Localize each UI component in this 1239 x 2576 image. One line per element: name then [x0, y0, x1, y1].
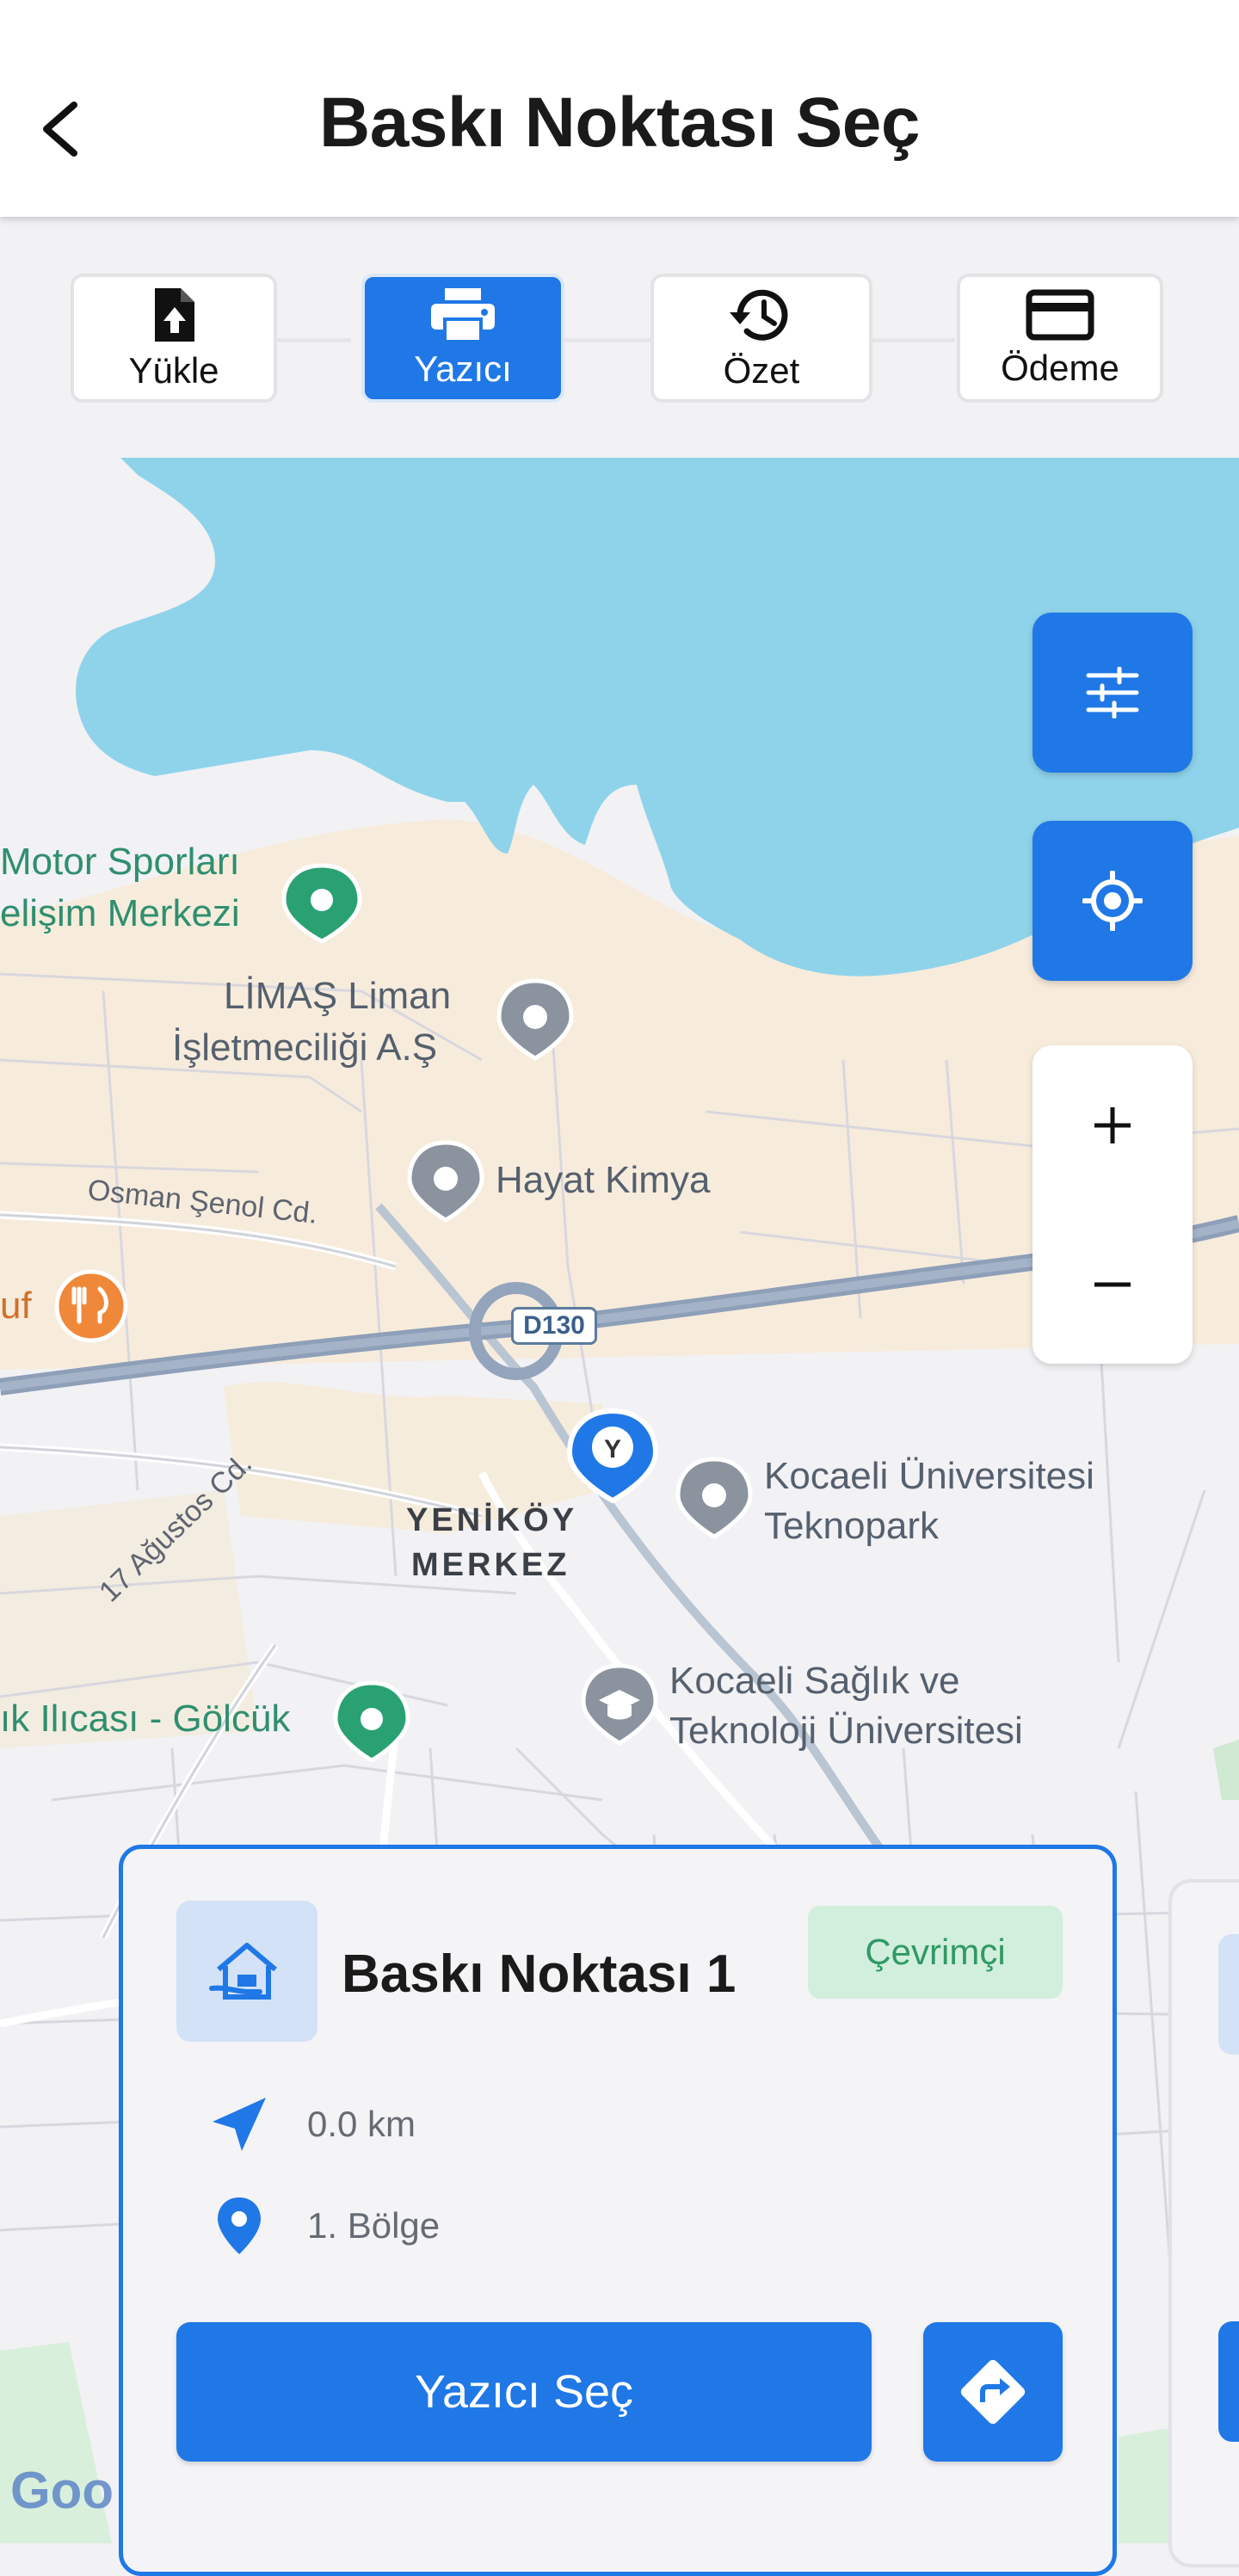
step-upload[interactable]: Yükle	[71, 274, 277, 403]
step-connector	[869, 338, 955, 342]
location-pin-icon	[218, 2197, 261, 2254]
card-button[interactable]	[1218, 2321, 1239, 2442]
locate-button[interactable]	[1032, 821, 1193, 981]
map-label: ık Ilıcası - Gölcük	[0, 1698, 291, 1740]
map-label: İşletmeciliği A.Ş	[172, 1026, 438, 1069]
step-connector	[274, 338, 351, 342]
card-icon-box	[176, 1901, 317, 2042]
step-label: Yükle	[128, 350, 219, 391]
map-label: Kocaeli Üniversitesi	[764, 1455, 1094, 1497]
select-printer-button[interactable]: Yazıcı Seç	[176, 2322, 872, 2462]
region-text: 1. Bölge	[307, 2205, 441, 2246]
sliders-icon	[1086, 667, 1139, 718]
app-header: Baskı Noktası Seç	[0, 0, 1239, 217]
card-icon-box	[1218, 1934, 1239, 2055]
printer-icon	[431, 288, 495, 343]
road-shield: D130	[511, 1307, 597, 1345]
page-title: Baskı Noktası Seç	[319, 83, 921, 162]
region-row: 1. Bölge	[209, 2191, 440, 2260]
minus-icon	[1094, 1282, 1131, 1286]
step-connector	[559, 338, 654, 342]
print-point-name: Baskı Noktası 1	[342, 1944, 737, 2004]
directions-button[interactable]	[923, 2322, 1063, 2462]
step-label: Özet	[723, 350, 800, 391]
google-logo: Goo	[10, 2462, 114, 2519]
map-label: Hayat Kimya	[496, 1159, 711, 1201]
distance-row: 0.0 km	[209, 2090, 416, 2159]
plus-icon	[1094, 1106, 1131, 1143]
status-badge: Çevrimçi	[808, 1906, 1063, 1999]
distance-text: 0.0 km	[307, 2104, 416, 2144]
map-label: LİMAŞ Liman	[224, 975, 452, 1017]
crosshair-icon	[1082, 871, 1143, 931]
poi-marker-gray[interactable]	[675, 1457, 753, 1539]
map-label: Teknoloji Üniversitesi	[669, 1710, 1023, 1752]
map-label: uf	[0, 1285, 32, 1327]
map-label: Teknopark	[764, 1505, 940, 1547]
district-label: YENİKÖY	[406, 1502, 578, 1538]
history-icon	[730, 289, 788, 341]
svg-text:Y: Y	[604, 1435, 621, 1464]
filter-button[interactable]	[1032, 613, 1193, 773]
next-print-point-card[interactable]	[1168, 1879, 1239, 2567]
step-label: Yazıcı	[414, 348, 512, 389]
step-payment[interactable]: Ödeme	[957, 274, 1163, 403]
print-shop-icon	[209, 1943, 277, 2000]
print-point-card[interactable]: Baskı Noktası 1 Çevrimçi 0.0 km 1. Bölge…	[119, 1845, 1117, 2576]
upload-icon	[155, 288, 194, 342]
step-printer[interactable]: Yazıcı	[361, 274, 564, 403]
school-marker[interactable]	[581, 1663, 658, 1746]
zoom-out-button[interactable]	[1032, 1205, 1193, 1364]
map-label: Motor Sporları	[0, 841, 240, 883]
map-label: elişim Merkezi	[0, 892, 240, 934]
directions-icon	[960, 2359, 1026, 2425]
restaurant-marker[interactable]	[54, 1269, 128, 1343]
step-summary[interactable]: Özet	[650, 274, 872, 403]
navigation-arrow-icon	[213, 2098, 266, 2151]
zoom-control	[1032, 1045, 1193, 1364]
map-label: Kocaeli Sağlık ve	[669, 1660, 960, 1702]
zoom-in-button[interactable]	[1032, 1045, 1193, 1205]
step-label: Ödeme	[1001, 348, 1119, 388]
credit-card-icon	[1026, 289, 1094, 341]
district-label: MERKEZ	[411, 1547, 570, 1583]
